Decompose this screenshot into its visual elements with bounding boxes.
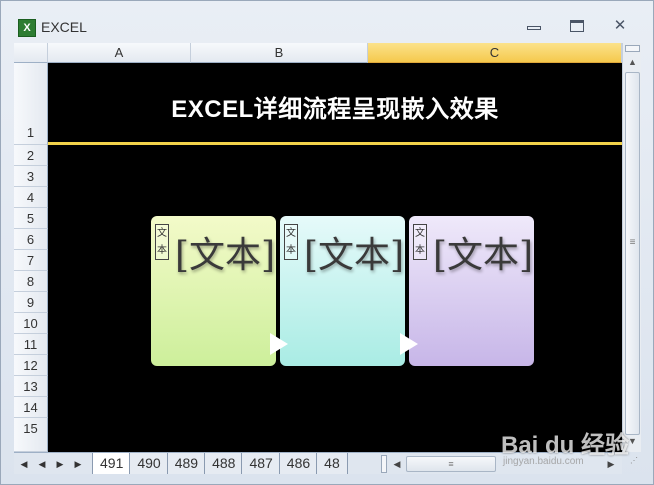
row-header[interactable]: 1 <box>14 63 48 145</box>
sheet-tab[interactable]: 48 <box>316 453 348 474</box>
text-marker-icon: 文本 <box>284 224 298 260</box>
column-header-a[interactable]: A <box>48 43 191 63</box>
maximize-button[interactable] <box>564 15 590 37</box>
sheet-tab[interactable]: 490 <box>129 453 169 474</box>
flow-arrow-icon <box>400 333 418 355</box>
row-header[interactable]: 5 <box>14 208 48 229</box>
column-header-c[interactable]: C <box>368 43 622 63</box>
select-all-corner[interactable] <box>14 43 48 63</box>
row-header[interactable]: 6 <box>14 229 48 250</box>
scroll-left-icon[interactable]: ◀ <box>390 455 404 473</box>
first-sheet-icon[interactable]: ◀ <box>16 456 32 472</box>
flow-arrow-icon <box>270 333 288 355</box>
close-button[interactable]: ✕ <box>607 15 633 37</box>
prev-sheet-icon[interactable]: ◀ <box>34 456 50 472</box>
process-step-card[interactable]: 文本 [文本] <box>280 216 405 366</box>
sheet-tab[interactable]: 489 <box>166 453 207 474</box>
row-header[interactable]: 9 <box>14 292 48 313</box>
vertical-scrollbar[interactable]: ▲ ≡ ▼ <box>622 43 641 452</box>
horizontal-scrollbar[interactable]: ◀ ≡ ▶ <box>390 455 622 473</box>
card-placeholder-text[interactable]: [文本] <box>304 226 404 278</box>
sheet-tab[interactable]: 487 <box>241 453 281 474</box>
row-header[interactable]: 14 <box>14 397 48 418</box>
title-bar: X EXCEL ✕ <box>1 1 653 41</box>
card-placeholder-text[interactable]: [文本] <box>433 226 533 278</box>
excel-window: X EXCEL ✕ A B C 1 2 3 4 5 6 7 8 9 10 11 … <box>0 0 654 485</box>
sheet-tab[interactable]: 486 <box>278 453 319 474</box>
scroll-up-icon[interactable]: ▲ <box>625 55 640 70</box>
maximize-icon <box>570 20 584 32</box>
scroll-thumb[interactable]: ≡ <box>625 72 640 435</box>
row-header[interactable]: 15 <box>14 418 48 452</box>
title-underline <box>48 142 622 145</box>
resize-grip-icon[interactable]: ⋰ <box>627 456 641 470</box>
row-header[interactable]: 8 <box>14 271 48 292</box>
scroll-down-icon[interactable]: ▼ <box>625 434 640 449</box>
close-icon: ✕ <box>613 17 627 34</box>
worksheet-canvas[interactable]: EXCEL详细流程呈现嵌入效果 文本 [文本] 文本 [文本] 文本 [文本] <box>48 63 622 452</box>
minimize-icon <box>527 26 541 30</box>
row-header[interactable]: 10 <box>14 313 48 334</box>
card-placeholder-text[interactable]: [文本] <box>175 226 275 278</box>
window-title: EXCEL <box>41 19 87 35</box>
minimize-button[interactable] <box>521 15 547 37</box>
sheet-tab[interactable]: 488 <box>204 453 244 474</box>
scroll-right-icon[interactable]: ▶ <box>604 455 618 473</box>
sheet-tab-bar: ◀ ◀ ▶ ▶ 491 490 489 488 487 486 48 ◀ ≡ ▶ <box>14 452 622 474</box>
process-step-card[interactable]: 文本 [文本] <box>151 216 276 366</box>
last-sheet-icon[interactable]: ▶ <box>70 456 86 472</box>
excel-icon[interactable]: X <box>18 19 36 37</box>
sheet-tab[interactable]: 491 <box>92 453 132 474</box>
sheet-tabs: 491 490 489 488 487 486 48 <box>92 453 348 475</box>
row-header[interactable]: 3 <box>14 166 48 187</box>
column-header-b[interactable]: B <box>191 43 368 63</box>
row-header[interactable]: 11 <box>14 334 48 355</box>
sheet-title: EXCEL详细流程呈现嵌入效果 <box>171 96 499 123</box>
process-step-card[interactable]: 文本 [文本] <box>409 216 534 366</box>
row-header[interactable]: 2 <box>14 145 48 166</box>
text-marker-icon: 文本 <box>155 224 169 260</box>
text-marker-icon: 文本 <box>413 224 427 260</box>
row-header[interactable]: 13 <box>14 376 48 397</box>
scroll-thumb[interactable]: ≡ <box>406 456 496 472</box>
row-header[interactable]: 7 <box>14 250 48 271</box>
split-handle[interactable] <box>625 45 640 52</box>
row-header[interactable]: 4 <box>14 187 48 208</box>
tab-split-handle[interactable] <box>381 455 387 473</box>
row-header[interactable]: 12 <box>14 355 48 376</box>
next-sheet-icon[interactable]: ▶ <box>52 456 68 472</box>
